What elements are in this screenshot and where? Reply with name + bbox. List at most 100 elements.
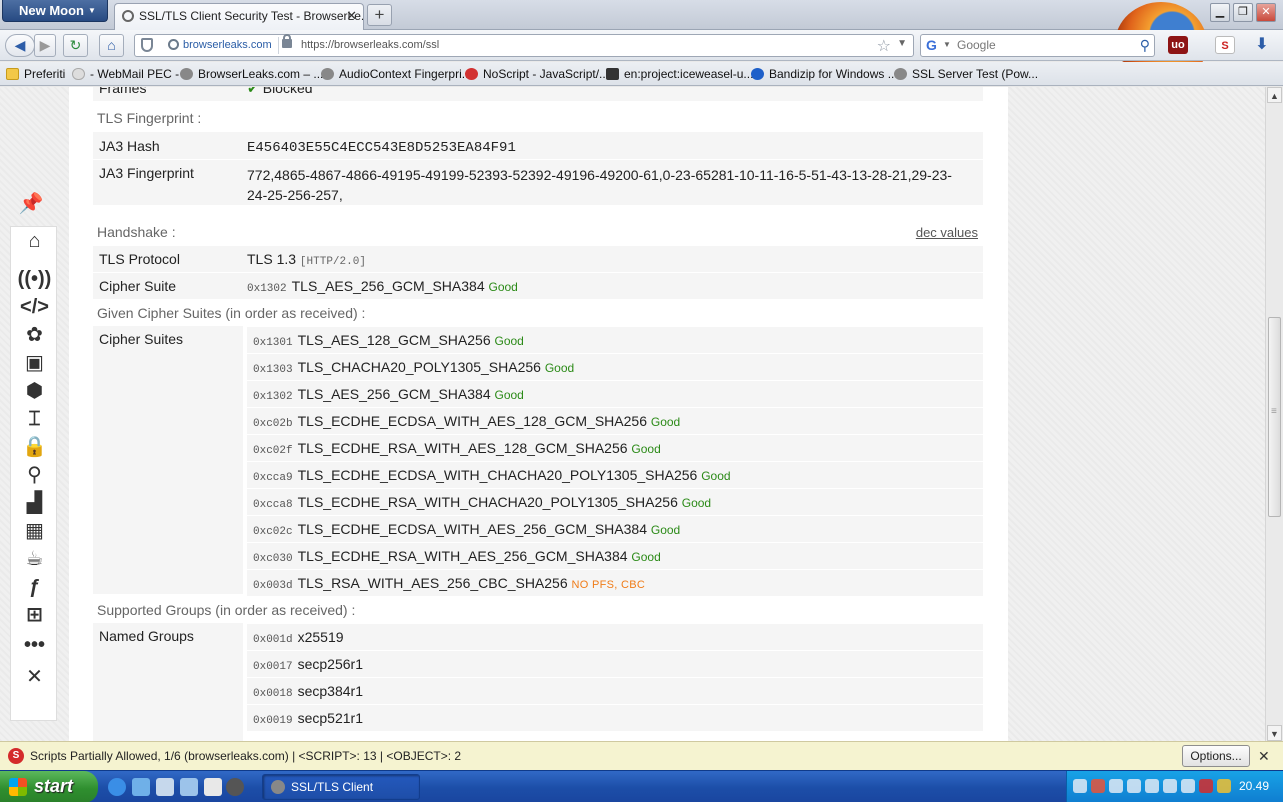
bookmark-item[interactable]: SSL Server Test (Pow...	[894, 62, 1038, 86]
cloud-icon	[72, 68, 85, 80]
fingerprint-icon	[271, 780, 285, 794]
bookmark-item[interactable]: Bandizip for Windows ...	[751, 62, 898, 86]
chevron-down-icon[interactable]: ▼	[897, 38, 907, 49]
rating-badge: Good	[488, 280, 518, 294]
antivirus-icon[interactable]	[1091, 779, 1105, 793]
stairs-icon[interactable]: ▟	[11, 489, 58, 517]
mail-icon[interactable]	[204, 778, 222, 796]
bookmark-item[interactable]: Preferiti	[6, 62, 65, 86]
security-shield-icon[interactable]	[1217, 779, 1231, 793]
group-name: secp256r1	[297, 656, 363, 672]
noscript-icon[interactable]: S	[1215, 36, 1235, 54]
media-icon[interactable]	[226, 778, 244, 796]
search-bar[interactable]: G ▼ Google ⚲	[920, 34, 1155, 57]
url-input[interactable]: https://browserleaks.com/ssl	[301, 35, 439, 56]
text-cursor-icon[interactable]: ⌶	[11, 405, 58, 433]
scroll-up-button[interactable]: ▲	[1267, 87, 1282, 103]
ublock-icon[interactable]: uo	[1168, 36, 1188, 54]
tray-app-icon[interactable]	[1181, 779, 1195, 793]
url-bar[interactable]: browserleaks.com https://browserleaks.co…	[134, 34, 914, 57]
image-icon[interactable]: ▣	[11, 349, 58, 377]
windows-icon[interactable]: ⊞	[11, 601, 58, 629]
cipher-suite-item: 0x003d TLS_RSA_WITH_AES_256_CBC_SHA256 NO…	[247, 569, 983, 596]
cipher-hex: 0xc02c	[253, 526, 293, 538]
close-notification-button[interactable]: ✕	[1258, 742, 1270, 770]
cipher-suite-item: 0xc02b TLS_ECDHE_ECDSA_WITH_AES_128_GCM_S…	[247, 407, 983, 434]
cube-icon[interactable]: ⬢	[11, 377, 58, 405]
app-menu-button[interactable]: New Moon ▼	[2, 0, 108, 22]
tools-icon[interactable]: ✕	[11, 663, 58, 691]
back-button[interactable]: ◀	[5, 34, 35, 57]
tray-app-icon[interactable]	[1127, 779, 1141, 793]
search-input[interactable]: Google	[957, 35, 996, 56]
pin-icon[interactable]: 📌	[18, 191, 44, 217]
options-button[interactable]: Options...	[1182, 745, 1250, 767]
puzzle-icon[interactable]: ✿	[11, 321, 58, 349]
vertical-scrollbar[interactable]: ▲ ▼	[1265, 87, 1283, 741]
network-icon[interactable]	[1073, 779, 1087, 793]
search-icon[interactable]: ⚲	[1140, 37, 1150, 54]
bookmark-item[interactable]: AudioContext Fingerpri...	[321, 62, 472, 86]
chevron-down-icon[interactable]: ▼	[943, 40, 951, 49]
cipher-suite-item: 0x1303 TLS_CHACHA20_POLY1305_SHA256 Good	[247, 353, 983, 380]
bookmark-item[interactable]: en:project:iceweasel-u...	[606, 62, 753, 86]
rating-badge: Good	[681, 496, 712, 510]
reload-button[interactable]: ↻	[63, 34, 88, 57]
frames-value-text: Blocked	[262, 87, 313, 96]
maximize-button[interactable]: ❐	[1233, 3, 1253, 22]
cipher-hex: 0xcca9	[253, 472, 293, 484]
firewall-icon[interactable]: ▦	[11, 517, 58, 545]
scrollbar-thumb[interactable]	[1268, 317, 1281, 517]
internet-explorer-icon[interactable]	[108, 778, 126, 796]
lock-icon[interactable]: 🔒	[11, 433, 58, 461]
tray-app-icon[interactable]	[1109, 779, 1123, 793]
page-viewport: 📌 ⌂ ((•)) </> ✿ ▣ ⬢ ⌶ 🔒 ⚲ ▟ ▦ ☕ ƒ ⊞ ••• …	[0, 87, 1265, 741]
forward-button[interactable]: ▶	[34, 34, 56, 57]
cipher-suite-label: Cipher Suite	[99, 278, 177, 294]
cipher-suite-item: 0xcca9 TLS_ECDHE_ECDSA_WITH_CHACHA20_POLY…	[247, 461, 983, 488]
bookmark-item[interactable]: - WebMail PEC -	[72, 62, 179, 86]
cipher-name: TLS_AES_128_GCM_SHA256	[297, 332, 491, 348]
flash-icon[interactable]: ƒ	[11, 573, 58, 601]
rating-badge: Good	[650, 523, 681, 537]
bookmark-item[interactable]: BrowserLeaks.com – ...	[180, 62, 323, 86]
cipher-hex: 0x003d	[253, 580, 293, 592]
bookmark-item[interactable]: NoScript - JavaScript/...	[465, 62, 609, 86]
broadcast-icon[interactable]: ((•))	[11, 265, 58, 293]
cipher-suite-row: Cipher Suite 0x1302 TLS_AES_256_GCM_SHA38…	[93, 273, 983, 299]
more-icon[interactable]: •••	[11, 631, 58, 659]
shield-icon[interactable]	[141, 38, 153, 52]
explorer-icon[interactable]	[180, 778, 198, 796]
new-tab-button[interactable]: +	[367, 4, 392, 26]
folder-icon	[6, 68, 19, 80]
cipher-name: TLS_RSA_WITH_AES_256_CBC_SHA256	[297, 575, 568, 591]
desktop-icon[interactable]	[156, 778, 174, 796]
tray-app-icon[interactable]	[1163, 779, 1177, 793]
group-name: secp521r1	[297, 710, 363, 726]
cipher-suite-item: 0x1302 TLS_AES_256_GCM_SHA384 Good	[247, 380, 983, 407]
java-icon[interactable]: ☕	[11, 545, 58, 573]
named-group-item: 0x0019 secp521r1	[247, 704, 983, 731]
frames-value: ✔ Blocked	[247, 87, 313, 97]
tab-ssl-test[interactable]: SSL/TLS Client Security Test - BrowserLe…	[114, 3, 364, 30]
site-identity-button[interactable]: browserleaks.com	[165, 37, 279, 54]
tab-close-button[interactable]: ✕	[346, 4, 357, 28]
start-button[interactable]: start	[0, 771, 98, 802]
download-icon[interactable]: ⬇	[1252, 36, 1272, 54]
taskbar-item-browser[interactable]: SSL/TLS Client Securit...	[262, 774, 420, 800]
dec-values-link[interactable]: dec values	[916, 225, 978, 240]
code-icon[interactable]: </>	[11, 293, 58, 321]
tray-app-icon[interactable]	[1145, 779, 1159, 793]
close-window-button[interactable]: ✕	[1256, 3, 1276, 22]
title-bar: New Moon ▼ SSL/TLS Client Security Test -…	[0, 0, 1283, 86]
star-icon[interactable]: ☆	[877, 36, 891, 56]
noscript-icon[interactable]	[1199, 779, 1213, 793]
home-icon[interactable]: ⌂	[11, 227, 58, 255]
scroll-down-button[interactable]: ▼	[1267, 725, 1282, 741]
location-pin-icon[interactable]: ⚲	[11, 461, 58, 489]
google-icon[interactable]: G	[926, 37, 937, 53]
home-button[interactable]: ⌂	[99, 34, 124, 57]
minimize-button[interactable]: ▁	[1210, 3, 1230, 22]
cipher-hex: 0xc02f	[253, 445, 293, 457]
globe-icon[interactable]	[132, 778, 150, 796]
